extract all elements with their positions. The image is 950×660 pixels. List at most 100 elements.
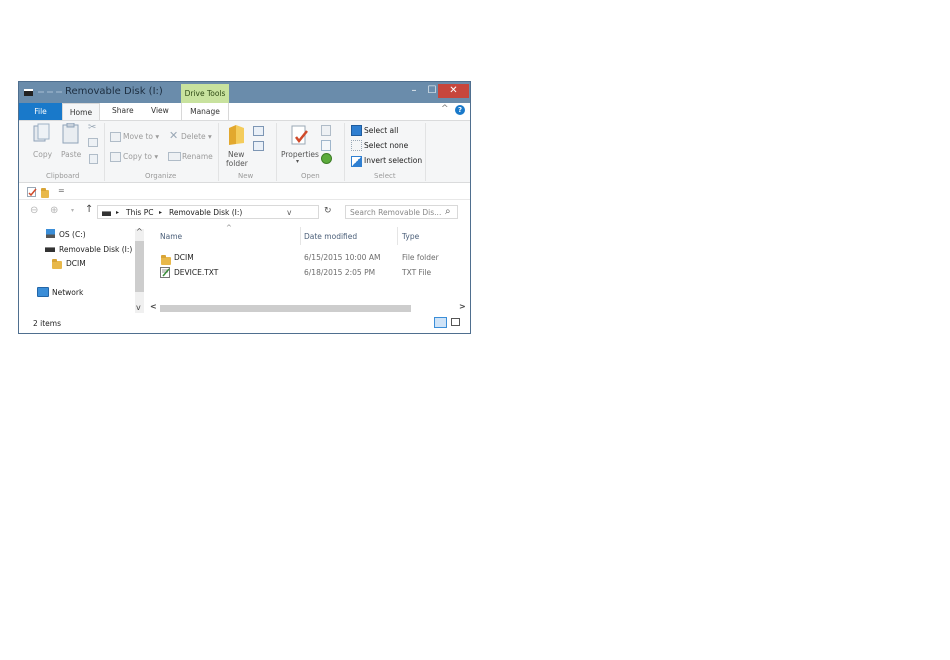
select-none-label: Select none [364, 141, 409, 150]
delete-x-icon: ✕ [169, 129, 179, 142]
rename-label: Rename [182, 152, 213, 161]
column-header-date-modified[interactable]: Date modified [304, 232, 357, 241]
navigation-bar: ⊖ ⊕ ▾ ↑ ▸ This PC ▸ Removable Disk (I:) … [19, 200, 470, 225]
tab-home[interactable]: Home [62, 103, 100, 120]
ribbon-divider [104, 123, 105, 181]
close-button[interactable]: ✕ [438, 84, 469, 98]
tab-manage[interactable]: Manage [181, 103, 229, 120]
delete-label: Delete ▾ [181, 132, 212, 141]
removable-drive-icon [45, 247, 55, 252]
tab-file[interactable]: File [19, 103, 62, 120]
history-icon[interactable] [321, 153, 332, 164]
help-icon[interactable]: ? [455, 105, 465, 115]
file-type: TXT File [402, 268, 432, 277]
os-drive-icon [46, 229, 55, 238]
paste-label: Paste [61, 150, 82, 159]
clipboard-group-label: Clipboard [46, 172, 80, 180]
address-dropdown-icon[interactable]: v [287, 208, 291, 217]
organize-group-label: Organize [145, 172, 177, 180]
refresh-icon[interactable]: ↻ [324, 206, 332, 216]
column-divider[interactable] [397, 227, 398, 245]
navigation-pane-scrollbar[interactable]: ^ v [135, 227, 144, 313]
scroll-right-icon[interactable]: > [459, 302, 466, 311]
sort-ascending-icon: ^ [226, 224, 232, 232]
breadcrumb-separator-icon: ▸ [116, 209, 120, 216]
easy-access-icon[interactable] [253, 141, 264, 151]
folder-icon [52, 259, 62, 269]
new-folder-label-1: New [228, 150, 245, 159]
scroll-down-icon[interactable]: v [136, 303, 141, 312]
scroll-thumb[interactable] [160, 305, 411, 312]
paste-shortcut-icon[interactable] [89, 154, 98, 164]
breadcrumb-removable-disk[interactable]: Removable Disk (I:) [169, 208, 242, 217]
up-button[interactable]: ↑ [85, 204, 93, 215]
qat-new-folder-icon[interactable] [47, 91, 53, 93]
copy-path-icon[interactable] [88, 138, 98, 147]
file-name: DCIM [174, 253, 194, 262]
title-bar[interactable]: Removable Disk (I:) Drive Tools – ☐ ✕ [19, 82, 470, 103]
copy-icon [33, 123, 50, 142]
column-header-type[interactable]: Type [402, 232, 419, 241]
ribbon-divider [276, 123, 277, 181]
properties-dropdown-icon: ▾ [296, 158, 300, 165]
select-all-label: Select all [364, 126, 399, 135]
tab-share[interactable]: Share [112, 106, 134, 115]
ribbon-tab-bar: File Home Share View Manage ^ ? [19, 103, 470, 120]
breadcrumb-separator-icon: ▸ [159, 209, 163, 216]
column-header-name[interactable]: Name [160, 232, 182, 241]
recent-locations-button[interactable]: ▾ [71, 207, 74, 214]
new-folder-icon [229, 125, 244, 145]
address-bar[interactable]: ▸ This PC ▸ Removable Disk (I:) v [97, 205, 319, 219]
scroll-left-icon[interactable]: < [150, 302, 157, 311]
removable-drive-icon [102, 211, 111, 216]
new-group-label: New [238, 172, 254, 180]
drive-tools-context-tab[interactable]: Drive Tools [181, 84, 229, 103]
collapse-ribbon-icon[interactable]: ^ [441, 104, 449, 114]
qat-properties-icon[interactable] [38, 91, 44, 93]
horizontal-scrollbar[interactable]: < > [150, 302, 468, 313]
details-view-icon[interactable] [434, 317, 447, 328]
qat-dropdown-icon[interactable] [56, 91, 62, 93]
qat-properties-icon[interactable] [27, 187, 37, 197]
open-icon[interactable] [321, 125, 331, 136]
copy-label: Copy [33, 150, 53, 159]
cut-icon[interactable]: ✂ [88, 122, 96, 133]
properties-label: Properties [281, 150, 319, 159]
search-icon: ⌕ [445, 206, 451, 217]
drive-app-icon [24, 89, 33, 96]
open-group-label: Open [301, 172, 320, 180]
copy-to-icon [110, 152, 121, 162]
column-divider[interactable] [300, 227, 301, 245]
new-folder-label-2: folder [226, 159, 248, 168]
large-icons-view-icon[interactable] [451, 318, 460, 326]
tab-view[interactable]: View [151, 106, 169, 115]
quick-access-toolbar: = [19, 183, 470, 200]
folder-icon [161, 255, 171, 265]
new-item-icon[interactable] [253, 126, 264, 136]
search-placeholder: Search Removable Dis... [350, 208, 442, 217]
file-name: DEVICE.TXT [174, 268, 219, 277]
ribbon-divider [425, 123, 426, 181]
properties-icon [291, 125, 308, 145]
ribbon-home: Copy Paste ✂ Clipboard Move to ▾ Copy to… [19, 120, 470, 183]
edit-icon[interactable] [321, 140, 331, 151]
file-type: File folder [402, 253, 439, 262]
forward-button[interactable]: ⊕ [50, 205, 58, 216]
window-title: Removable Disk (I:) [65, 86, 163, 97]
breadcrumb-this-pc[interactable]: This PC [126, 208, 153, 217]
move-to-icon [110, 132, 121, 142]
select-group-label: Select [374, 172, 396, 180]
select-all-icon [351, 125, 362, 136]
rename-icon [168, 152, 181, 161]
ribbon-divider [218, 123, 219, 181]
scroll-up-icon[interactable]: ^ [136, 227, 143, 236]
back-button[interactable]: ⊖ [30, 205, 38, 216]
qat-new-folder-icon[interactable] [41, 188, 49, 198]
move-to-label: Move to ▾ [123, 132, 160, 141]
search-box[interactable]: Search Removable Dis... ⌕ [345, 205, 458, 219]
scroll-thumb[interactable] [135, 241, 144, 292]
navigation-pane: OS (C:) Removable Disk (I:) DCIM Network [19, 225, 146, 313]
qat-customize-icon[interactable]: = [58, 186, 65, 195]
tree-item-label: OS (C:) [59, 230, 86, 239]
file-date: 6/18/2015 2:05 PM [304, 268, 376, 277]
